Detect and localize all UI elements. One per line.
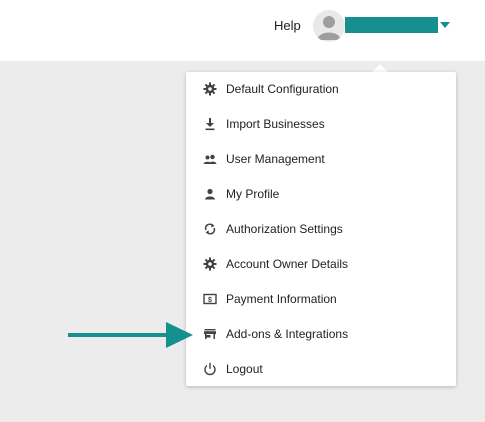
menu-item-user-management[interactable]: User Management bbox=[186, 142, 456, 177]
help-link[interactable]: Help bbox=[274, 18, 301, 33]
menu-item-account-owner-details[interactable]: Account Owner Details bbox=[186, 247, 456, 282]
avatar-icon[interactable] bbox=[313, 10, 345, 42]
person-icon bbox=[205, 188, 215, 200]
menu-item-label: Logout bbox=[226, 362, 263, 376]
payment-icon: $ bbox=[203, 293, 217, 305]
sync-icon bbox=[204, 223, 216, 235]
pointer-arrow-annotation bbox=[68, 322, 193, 348]
svg-text:$: $ bbox=[208, 297, 212, 304]
menu-item-label: Add-ons & Integrations bbox=[226, 327, 349, 341]
menu-item-label: Default Configuration bbox=[226, 82, 339, 96]
menu-item-label: Import Businesses bbox=[226, 117, 325, 131]
menu-item-import-businesses[interactable]: Import Businesses bbox=[186, 107, 456, 142]
user-name-redacted[interactable] bbox=[345, 17, 438, 33]
menu-item-my-profile[interactable]: My Profile bbox=[186, 177, 456, 212]
menu-item-label: Authorization Settings bbox=[226, 222, 343, 236]
menu-item-label: Payment Information bbox=[226, 292, 337, 306]
power-icon bbox=[204, 362, 216, 376]
users-icon bbox=[203, 154, 217, 164]
menu-item-label: Account Owner Details bbox=[226, 257, 349, 271]
menu-item-authorization-settings[interactable]: Authorization Settings bbox=[186, 212, 456, 247]
gear-icon bbox=[203, 82, 217, 96]
store-icon bbox=[204, 329, 216, 339]
menu-item-payment-information[interactable]: $ Payment Information bbox=[186, 282, 456, 317]
gear-icon bbox=[203, 257, 217, 271]
menu-item-label: My Profile bbox=[226, 187, 280, 201]
chevron-down-icon[interactable] bbox=[440, 22, 450, 28]
menu-item-label: User Management bbox=[226, 152, 325, 166]
menu-pointer bbox=[372, 64, 388, 72]
account-dropdown-menu: Default Configuration Import Businesses … bbox=[186, 72, 456, 386]
download-icon bbox=[205, 118, 215, 131]
menu-item-default-configuration[interactable]: Default Configuration bbox=[186, 72, 456, 107]
menu-item-addons-integrations[interactable]: Add-ons & Integrations bbox=[186, 317, 456, 352]
menu-item-logout[interactable]: Logout bbox=[186, 352, 456, 387]
top-bar: Help bbox=[0, 0, 485, 61]
